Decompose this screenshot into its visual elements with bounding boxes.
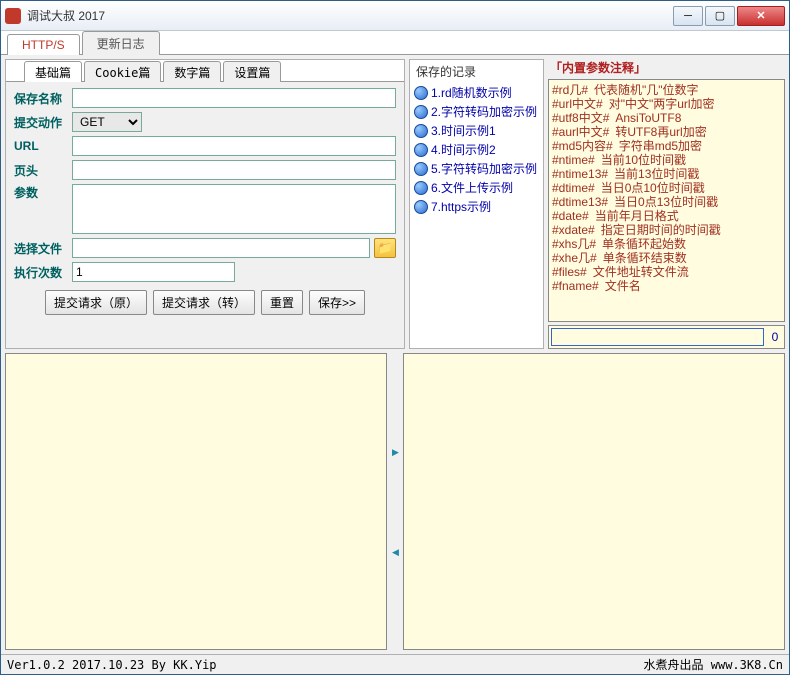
- globe-icon: [414, 162, 428, 176]
- browse-file-button[interactable]: 📁: [374, 238, 396, 258]
- records-header: 保存的记录: [410, 60, 543, 83]
- url-input[interactable]: [72, 136, 396, 156]
- count-label: 执行次数: [14, 264, 68, 281]
- paramref-line: #ntime#当前10位时间戳: [552, 153, 781, 167]
- tab-https[interactable]: HTTP/S: [7, 34, 80, 55]
- subtab-cookie[interactable]: Cookie篇: [84, 61, 161, 82]
- url-label: URL: [14, 139, 68, 153]
- params-label: 参数: [14, 184, 68, 201]
- globe-icon: [414, 200, 428, 214]
- submit-raw-button[interactable]: 提交请求（原）: [45, 290, 147, 315]
- globe-icon: [414, 124, 428, 138]
- close-button[interactable]: ✕: [737, 6, 785, 26]
- record-label: 3.时间示例1: [431, 122, 496, 139]
- paramref-line: #date#当前年月日格式: [552, 209, 781, 223]
- paramref-line: #xdate#指定日期时间的时间戳: [552, 223, 781, 237]
- paramref-box: #rd几#代表随机"几"位数字#url中文#对"中文"两字url加密#utf8中…: [548, 79, 785, 322]
- maximize-button[interactable]: ▢: [705, 6, 735, 26]
- output-right-panel[interactable]: [403, 353, 785, 650]
- globe-icon: [414, 86, 428, 100]
- globe-icon: [414, 143, 428, 157]
- subtab-settings[interactable]: 设置篇: [223, 61, 281, 82]
- paramref-line: #url中文#对"中文"两字url加密: [552, 97, 781, 111]
- left-panel: 基础篇 Cookie篇 数字篇 设置篇 保存名称 提交动作 GET UR: [5, 59, 405, 349]
- record-label: 1.rd随机数示例: [431, 84, 512, 101]
- record-item[interactable]: 7.https示例: [410, 197, 543, 216]
- paramref-line: #utf8中文#AnsiToUTF8: [552, 111, 781, 125]
- paramref-line: #xhe几#单条循环结束数: [552, 251, 781, 265]
- arrow-left-icon: ◀: [392, 547, 398, 557]
- subtab-number[interactable]: 数字篇: [163, 61, 221, 82]
- save-button[interactable]: 保存>>: [309, 290, 365, 315]
- record-label: 6.文件上传示例: [431, 179, 513, 196]
- record-label: 5.字符转码加密示例: [431, 160, 537, 177]
- paramref-line: #md5内容#字符串md5加密: [552, 139, 781, 153]
- record-label: 4.时间示例2: [431, 141, 496, 158]
- paramref-line: #xhs几#单条循环起始数: [552, 237, 781, 251]
- globe-icon: [414, 181, 428, 195]
- paramref-title: 「内置参数注释」: [548, 59, 785, 76]
- header-input[interactable]: [72, 160, 396, 180]
- output-left-panel[interactable]: [5, 353, 387, 650]
- globe-icon: [414, 105, 428, 119]
- paramref-line: #dtime#当日0点10位时间戳: [552, 181, 781, 195]
- folder-icon: 📁: [378, 241, 393, 255]
- paramref-line: #fname#文件名: [552, 279, 781, 293]
- record-item[interactable]: 5.字符转码加密示例: [410, 159, 543, 178]
- record-item[interactable]: 1.rd随机数示例: [410, 83, 543, 102]
- submit-conv-button[interactable]: 提交请求（转）: [153, 290, 255, 315]
- status-credit: 水煮舟出品 www.3K8.Cn: [644, 656, 783, 673]
- app-icon: [5, 8, 21, 24]
- save-name-input[interactable]: [72, 88, 396, 108]
- titlebar: 调试大叔 2017 ─ ▢ ✕: [1, 1, 789, 31]
- paramref-line: #ntime13#当前13位时间戳: [552, 167, 781, 181]
- paramref-line: #rd几#代表随机"几"位数字: [552, 83, 781, 97]
- file-input[interactable]: [72, 238, 370, 258]
- search-count: 0: [768, 330, 782, 344]
- save-name-label: 保存名称: [14, 90, 68, 107]
- action-label: 提交动作: [14, 114, 68, 131]
- record-label: 2.字符转码加密示例: [431, 103, 537, 120]
- subtab-basic[interactable]: 基础篇: [24, 61, 82, 82]
- minimize-button[interactable]: ─: [673, 6, 703, 26]
- count-input[interactable]: [72, 262, 235, 282]
- reset-button[interactable]: 重置: [261, 290, 303, 315]
- status-version: Ver1.0.2 2017.10.23 By KK.Yip: [7, 658, 644, 672]
- paramref-line: #dtime13#当日0点13位时间戳: [552, 195, 781, 209]
- record-label: 7.https示例: [431, 198, 491, 215]
- record-item[interactable]: 6.文件上传示例: [410, 178, 543, 197]
- search-input[interactable]: [551, 328, 764, 346]
- params-textarea[interactable]: [72, 184, 396, 234]
- paramref-line: #aurl中文#转UTF8再url加密: [552, 125, 781, 139]
- tab-changelog[interactable]: 更新日志: [82, 31, 160, 55]
- sub-tabbar: 基础篇 Cookie篇 数字篇 设置篇: [6, 60, 404, 82]
- header-label: 页头: [14, 162, 68, 179]
- arrow-right-icon: ▶: [392, 447, 398, 457]
- statusbar: Ver1.0.2 2017.10.23 By KK.Yip 水煮舟出品 www.…: [1, 654, 789, 674]
- splitter[interactable]: ▶ ◀: [391, 353, 399, 650]
- main-tabbar: HTTP/S 更新日志: [1, 31, 789, 55]
- file-label: 选择文件: [14, 240, 68, 257]
- paramref-line: #files#文件地址转文件流: [552, 265, 781, 279]
- record-item[interactable]: 4.时间示例2: [410, 140, 543, 159]
- records-panel: 保存的记录 1.rd随机数示例 2.字符转码加密示例 3.时间示例1 4.时间示例2 5…: [409, 59, 544, 349]
- record-item[interactable]: 2.字符转码加密示例: [410, 102, 543, 121]
- action-select[interactable]: GET: [72, 112, 142, 132]
- window-title: 调试大叔 2017: [27, 7, 673, 24]
- record-item[interactable]: 3.时间示例1: [410, 121, 543, 140]
